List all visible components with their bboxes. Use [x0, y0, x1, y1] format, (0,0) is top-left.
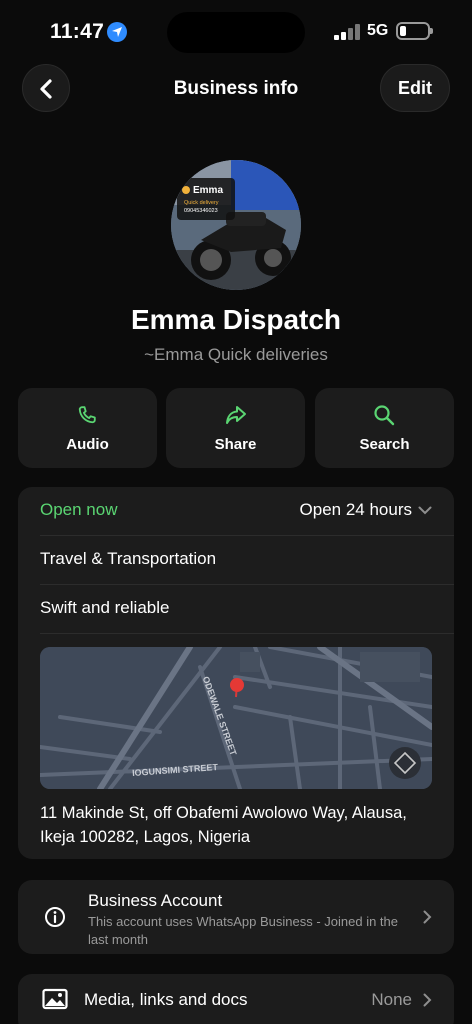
- business-address[interactable]: 11 Makinde St, off Obafemi Awolowo Way, …: [40, 801, 440, 849]
- audio-button[interactable]: Audio: [18, 388, 157, 468]
- share-label: Share: [214, 436, 257, 453]
- info-icon: [45, 907, 65, 927]
- status-time: 11:47: [50, 20, 105, 43]
- search-icon: [374, 405, 395, 426]
- business-subtitle: ~Emma Quick deliveries: [144, 345, 328, 364]
- business-name: Emma Dispatch: [130, 304, 342, 335]
- location-arrow-icon: [107, 22, 127, 42]
- edit-button[interactable]: Edit: [380, 64, 450, 112]
- business-account-title: Business Account: [88, 891, 223, 910]
- chevron-down-icon: [418, 506, 432, 515]
- share-button[interactable]: Share: [166, 388, 305, 468]
- avatar[interactable]: Emma Quick delivery 09045346023: [171, 160, 301, 290]
- avatar-logo-sub: Quick delivery: [184, 200, 219, 206]
- share-icon: [226, 406, 246, 424]
- hours-label: Open 24 hours: [299, 500, 412, 519]
- search-label: Search: [359, 436, 410, 453]
- hours-row[interactable]: Open now Open 24 hours: [40, 487, 454, 536]
- business-info-card: Open now Open 24 hours Travel & Transpor…: [18, 487, 454, 859]
- audio-label: Audio: [66, 436, 109, 453]
- chevron-right-icon: [423, 910, 432, 924]
- description-row: Swift and reliable: [40, 585, 454, 634]
- phone-icon: [78, 406, 96, 424]
- avatar-logo-text: Emma: [193, 185, 224, 196]
- action-buttons: Audio Share Search: [18, 388, 454, 468]
- image-icon: [42, 988, 68, 1010]
- cellular-signal-icon: [334, 24, 360, 40]
- media-count: None: [371, 990, 412, 1009]
- avatar-logo-phone: 09045346023: [184, 208, 218, 214]
- status-bar: 11:47 5G: [0, 0, 472, 62]
- search-button[interactable]: Search: [315, 388, 454, 468]
- battery-icon: [396, 22, 433, 40]
- media-title: Media, links and docs: [84, 990, 248, 1009]
- chevron-right-icon: [423, 993, 432, 1007]
- dynamic-island: [167, 12, 305, 53]
- business-hours: Open 24 hours: [300, 500, 432, 520]
- location-map[interactable]: ODEWALE STREET IOGUNSIMI STREET: [40, 647, 432, 789]
- network-type: 5G: [367, 22, 389, 39]
- business-account-description: This account uses WhatsApp Business - Jo…: [88, 914, 398, 947]
- open-status: Open now: [40, 500, 118, 519]
- business-description: Swift and reliable: [40, 598, 170, 617]
- media-links-docs-row[interactable]: Media, links and docs None: [18, 974, 454, 1024]
- business-account-row[interactable]: Business Account This account uses Whats…: [18, 880, 454, 954]
- category-row: Travel & Transportation: [40, 536, 454, 585]
- business-category: Travel & Transportation: [40, 549, 217, 568]
